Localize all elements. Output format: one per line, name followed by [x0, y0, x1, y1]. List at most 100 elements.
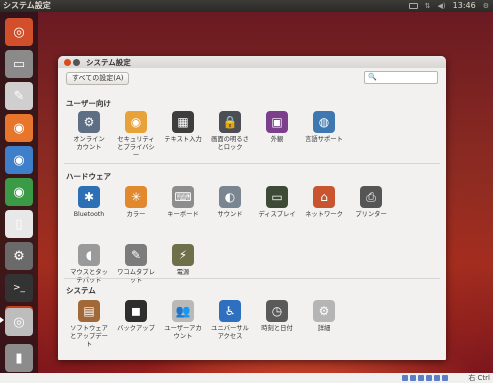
settings-item-user-accounts[interactable]: 👥 ユーザーアカ ウント — [160, 300, 206, 341]
settings-item-label: テキスト入力 — [164, 136, 202, 143]
settings-item-label: プリンター — [355, 211, 387, 218]
color-icon: ✳ — [125, 186, 147, 208]
firefox-icon[interactable]: ◉ — [5, 114, 33, 142]
chromium-icon[interactable]: ◉ — [5, 178, 33, 206]
settings-item-label: ワコムタブレ ット — [117, 269, 155, 284]
settings-item-brightness-lock[interactable]: 🔒 画面の明るさ とロック — [207, 111, 253, 152]
close-icon[interactable] — [64, 58, 71, 66]
display-status-icon[interactable] — [434, 375, 440, 381]
settings-item-label: 画面の明るさ とロック — [211, 136, 249, 151]
document-icon[interactable]: ▯ — [5, 210, 33, 238]
settings-item-label: 電源 — [176, 269, 190, 276]
settings-item-universal-access[interactable]: ♿ ユニバーサル アクセス — [207, 300, 253, 341]
settings-item-network[interactable]: ⌂ ネットワーク — [301, 186, 347, 219]
settings-item-label: 言語サポート — [305, 136, 343, 143]
section-title-system: システム — [66, 286, 96, 295]
active-app-title: システム設定 — [3, 1, 51, 10]
settings-item-appearance[interactable]: ▣ 外観 — [254, 111, 300, 144]
settings-item-label: セキュリティ とプライバシー — [117, 136, 155, 159]
window-titlebar: システム設定 — [58, 56, 446, 68]
settings-item-printer[interactable]: ⎙ プリンター — [348, 186, 394, 219]
section-divider — [64, 278, 440, 279]
settings-item-display[interactable]: ▭ ディスプレイ — [254, 186, 300, 219]
online-accounts-icon: ⚙ — [78, 111, 100, 133]
dash-home-icon[interactable]: ◎ — [5, 18, 33, 46]
section-title-personal: ユーザー向け — [66, 99, 111, 108]
time-date-icon: ◷ — [266, 300, 288, 322]
optical-icon[interactable] — [410, 375, 416, 381]
all-settings-button[interactable]: すべての設定(A) — [66, 72, 130, 85]
settings-item-color[interactable]: ✳ カラー — [113, 186, 159, 219]
minimize-icon[interactable] — [73, 58, 80, 66]
settings-item-time-date[interactable]: ◷ 時刻と日付 — [254, 300, 300, 333]
toolbar: すべての設定(A) 🔍 — [58, 68, 446, 88]
volume-icon[interactable]: ◀) — [438, 0, 446, 12]
settings-item-sound[interactable]: ◐ サウンド — [207, 186, 253, 219]
folder-icon[interactable] — [426, 375, 432, 381]
file-manager-icon[interactable]: ▭ — [5, 50, 33, 78]
appearance-icon: ▣ — [266, 111, 288, 133]
vm-status-bar: 右 Ctrl — [0, 373, 493, 383]
settings-item-label: Bluetooth — [73, 211, 105, 218]
trash-icon[interactable]: ▮ — [5, 344, 33, 372]
settings-item-label: ディスプレイ — [258, 211, 296, 218]
settings-item-details[interactable]: ⚙ 詳細 — [301, 300, 347, 333]
brightness-lock-icon: 🔒 — [219, 111, 241, 133]
thunderbird-icon[interactable]: ◉ — [5, 146, 33, 174]
settings-tool-icon[interactable]: ⚙ — [5, 242, 33, 270]
launcher: ◎▭✎◉◉◉▯⚙>_⚙◎▮ — [0, 12, 38, 373]
settings-item-label: カラー — [126, 211, 146, 218]
settings-item-label: マウスとタッ チパッド — [70, 269, 108, 284]
usb-icon[interactable] — [418, 375, 424, 381]
sound-icon: ◐ — [219, 186, 241, 208]
settings-item-label: ソフトウェア とアップデート — [70, 325, 108, 348]
bluetooth-icon: ✱ — [78, 186, 100, 208]
settings-item-label: オンライン カウント — [73, 136, 105, 151]
settings-item-language-support[interactable]: ◍ 言語サポート — [301, 111, 347, 144]
settings-item-keyboard[interactable]: ⌨ キーボード — [160, 186, 206, 219]
settings-window: システム設定 すべての設定(A) 🔍 ユーザー向け ⚙ オンライン カウント ◉ セキュリ… — [58, 56, 446, 360]
settings-item-text-entry[interactable]: ▦ テキスト入力 — [160, 111, 206, 144]
text-entry-icon: ▦ — [172, 111, 194, 133]
software-updates-icon: ▤ — [78, 300, 100, 322]
clock[interactable]: 13:46 — [453, 0, 476, 12]
section-title-hardware: ハードウェア — [66, 172, 111, 181]
host-key: 右 Ctrl — [468, 374, 490, 382]
settings-item-software-updates[interactable]: ▤ ソフトウェア とアップデート — [66, 300, 112, 349]
keyboard-icon: ⌨ — [172, 186, 194, 208]
settings-item-label: 詳細 — [317, 325, 331, 332]
settings-item-security-privacy[interactable]: ◉ セキュリティ とプライバシー — [113, 111, 159, 160]
search-icon: 🔍 — [368, 73, 377, 81]
settings-item-label: サウンド — [217, 211, 243, 218]
session-gear-icon[interactable]: ⚙ — [483, 0, 489, 12]
system-tray: ⇅ ◀) 13:46 ⚙ — [408, 0, 489, 12]
display-icon: ▭ — [266, 186, 288, 208]
keyboard-indicator-icon[interactable] — [408, 3, 418, 9]
printer-icon: ⎙ — [360, 186, 382, 208]
details-icon: ⚙ — [313, 300, 335, 322]
settings-item-power[interactable]: ⚡ 電源 — [160, 244, 206, 277]
terminal-icon[interactable]: >_ — [5, 274, 33, 302]
settings-item-bluetooth[interactable]: ✱ Bluetooth — [66, 186, 112, 219]
settings-item-label: ネットワーク — [305, 211, 343, 218]
network-indicator-icon[interactable]: ⇅ — [425, 0, 431, 12]
text-editor-icon[interactable]: ✎ — [5, 82, 33, 110]
video-icon[interactable] — [442, 375, 448, 381]
language-support-icon: ◍ — [313, 111, 335, 133]
search-input[interactable]: 🔍 — [364, 71, 438, 84]
vm-status-icons — [402, 375, 448, 381]
power-icon: ⚡ — [172, 244, 194, 266]
settings-item-backup[interactable]: ◼ バックアップ — [113, 300, 159, 333]
security-privacy-icon: ◉ — [125, 111, 147, 133]
user-accounts-icon: 👥 — [172, 300, 194, 322]
network-icon: ⌂ — [313, 186, 335, 208]
universal-access-icon: ♿ — [219, 300, 241, 322]
settings-item-label: バックアップ — [117, 325, 155, 332]
settings-item-online-accounts[interactable]: ⚙ オンライン カウント — [66, 111, 112, 152]
hdd-icon[interactable] — [402, 375, 408, 381]
wacom-tablet-icon: ✎ — [125, 244, 147, 266]
mouse-touchpad-icon: ◖ — [78, 244, 100, 266]
dvd-icon[interactable]: ◎ — [5, 308, 33, 336]
settings-item-label: キーボード — [167, 211, 199, 218]
section-divider — [64, 163, 440, 164]
